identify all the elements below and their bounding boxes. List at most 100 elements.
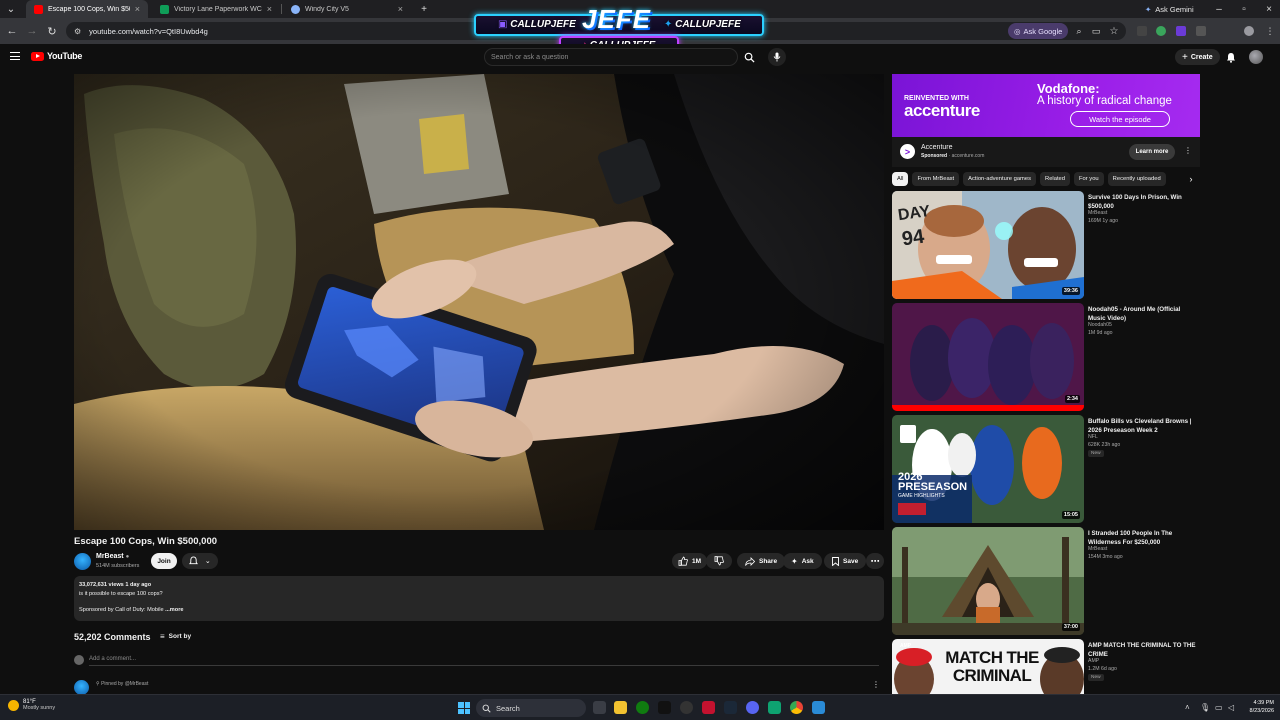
sort-comments-button[interactable]: ≡ Sort by — [160, 632, 191, 641]
video-title[interactable]: Noodah05 - Around Me (Official Music Vid… — [1088, 306, 1198, 323]
like-button[interactable]: 1M — [672, 553, 708, 569]
extension-icon[interactable] — [1137, 26, 1147, 36]
channel-name[interactable]: Noodah05 — [1088, 322, 1112, 328]
account-avatar[interactable] — [1249, 50, 1263, 64]
channel-name[interactable]: NFL — [1088, 434, 1098, 440]
chip-from-mrbeast[interactable]: From MrBeast — [912, 172, 960, 186]
channel-name[interactable]: MrBeast — [1088, 546, 1107, 552]
network-icon[interactable]: ▭ — [1215, 703, 1223, 712]
app-icon[interactable] — [812, 701, 825, 714]
recommendation-item[interactable]: AMP MATCH THE CRIMINAL AMP MATCH THE CRI… — [892, 639, 1200, 694]
steam-icon[interactable] — [724, 701, 737, 714]
comment-menu-icon[interactable]: ⋮ — [872, 680, 880, 689]
recommendation-item[interactable]: DAY 94 39:36 Survive 100 Days In Prison,… — [892, 191, 1200, 299]
app-icon[interactable] — [680, 701, 693, 714]
show-more-link[interactable]: ...more — [165, 607, 183, 613]
discord-icon[interactable] — [746, 701, 759, 714]
channel-name[interactable]: AMP — [1088, 658, 1099, 664]
microphone-icon[interactable]: 🎙 — [1200, 703, 1210, 712]
grammarly-extension-icon[interactable] — [1156, 26, 1166, 36]
video-thumbnail[interactable]: AMP MATCH THE CRIMINAL — [892, 639, 1084, 694]
reload-icon[interactable]: ↻ — [44, 23, 60, 39]
tab-close-icon[interactable]: × — [398, 4, 403, 14]
add-comment-input[interactable]: Add a comment... — [89, 656, 879, 666]
accenture-logo-icon[interactable]: > — [900, 144, 915, 159]
windows-start-icon[interactable] — [458, 702, 470, 714]
xbox-icon[interactable] — [636, 701, 649, 714]
save-button[interactable]: Save — [824, 553, 867, 569]
recommendation-item[interactable]: 2:34 Noodah05 - Around Me (Official Musi… — [892, 303, 1200, 411]
notifications-button[interactable] — [1224, 50, 1238, 64]
more-actions-button[interactable]: ⋯ — [866, 553, 884, 569]
youtube-logo[interactable]: YouTube — [31, 51, 82, 61]
tab-close-icon[interactable]: × — [267, 4, 272, 14]
ask-gemini-button[interactable]: ✦ Ask Gemini — [1138, 2, 1201, 16]
ask-button[interactable]: ✦ Ask — [783, 553, 822, 569]
chip-all[interactable]: All — [892, 172, 909, 186]
tab-windy-city[interactable]: Windy City V5 × — [283, 0, 411, 18]
search-input[interactable]: Search or ask a question — [484, 48, 738, 66]
forward-icon[interactable]: → — [24, 23, 40, 39]
back-icon[interactable]: ← — [4, 23, 20, 39]
site-info-icon[interactable]: ⚙ — [74, 27, 81, 36]
close-window-icon[interactable]: × — [1256, 0, 1280, 18]
app-icon[interactable] — [658, 701, 671, 714]
chip-recently-uploaded[interactable]: Recently uploaded — [1107, 172, 1166, 186]
task-view-icon[interactable] — [593, 701, 606, 714]
chrome-icon[interactable] — [790, 701, 803, 714]
tab-youtube[interactable]: Escape 100 Cops, Win $500,0 × — [26, 0, 148, 18]
app-icon[interactable] — [702, 701, 715, 714]
video-thumbnail[interactable]: 2026 PRESEASON GAME HIGHLIGHTS 15:05 — [892, 415, 1084, 523]
chevron-up-icon[interactable]: ˄ — [1185, 703, 1190, 712]
recommendation-item[interactable]: 2026 PRESEASON GAME HIGHLIGHTS 15:05 Buf… — [892, 415, 1200, 523]
video-title[interactable]: Buffalo Bills vs Cleveland Browns | 2026… — [1088, 418, 1198, 435]
hamburger-menu-icon[interactable] — [10, 52, 20, 60]
join-button[interactable]: Join — [151, 553, 177, 569]
weather-widget[interactable]: 81°F Mostly sunny — [8, 699, 55, 711]
cast-icon[interactable]: ▭ — [1088, 23, 1104, 39]
video-title[interactable]: I Stranded 100 People In The Wilderness … — [1088, 530, 1198, 547]
channel-name-link[interactable]: MrBeast ● — [96, 553, 129, 560]
video-title[interactable]: AMP MATCH THE CRIMINAL TO THE CRIME — [1088, 642, 1198, 659]
video-player[interactable] — [74, 74, 884, 530]
ad-banner[interactable]: REINVENTED WITH accenture Vodafone: A hi… — [892, 74, 1200, 137]
subscribed-bell-button[interactable]: ⌄ — [182, 553, 218, 569]
watch-episode-button[interactable]: Watch the episode — [1070, 111, 1170, 127]
video-thumbnail[interactable]: 37:00 — [892, 527, 1084, 635]
channel-name[interactable]: MrBeast — [1088, 210, 1107, 216]
file-explorer-icon[interactable] — [614, 701, 627, 714]
puzzle-extensions-icon[interactable] — [1196, 26, 1206, 36]
ask-google-button[interactable]: ◎ Ask Google — [1008, 23, 1069, 39]
channel-avatar[interactable] — [74, 553, 91, 570]
minimize-icon[interactable]: – — [1206, 0, 1232, 18]
tab-victory-lane[interactable]: Victory Lane Paperwork WCRP × — [152, 0, 280, 18]
zoom-icon[interactable]: ⌕ — [1071, 23, 1087, 39]
commenter-avatar[interactable] — [74, 680, 89, 695]
volume-icon[interactable]: ◁ — [1228, 703, 1234, 712]
search-button[interactable] — [740, 48, 758, 66]
tab-search-icon[interactable]: ⌄ — [0, 0, 22, 18]
create-button[interactable]: + Create — [1175, 49, 1220, 65]
bookmark-star-icon[interactable]: ☆ — [1106, 23, 1122, 39]
chip-for-you[interactable]: For you — [1074, 172, 1104, 186]
description-box[interactable]: 33,072,631 views 1 day ago is it possibl… — [74, 576, 884, 621]
ad-menu-icon[interactable]: ⋮ — [1184, 146, 1192, 155]
taskbar-search[interactable]: Search — [476, 699, 586, 717]
share-button[interactable]: Share — [737, 553, 786, 569]
app-icon[interactable] — [768, 701, 781, 714]
video-thumbnail[interactable]: 2:34 — [892, 303, 1084, 411]
maximize-icon[interactable]: ▫ — [1231, 0, 1257, 18]
video-thumbnail[interactable]: DAY 94 39:36 — [892, 191, 1084, 299]
voice-search-button[interactable] — [768, 48, 786, 66]
recommendation-item[interactable]: 37:00 I Stranded 100 People In The Wilde… — [892, 527, 1200, 635]
dislike-button[interactable] — [706, 553, 732, 569]
profile-avatar-icon[interactable] — [1244, 26, 1254, 36]
browser-menu-icon[interactable]: ⋮ — [1262, 23, 1278, 39]
extension-icon[interactable] — [1176, 26, 1186, 36]
new-tab-icon[interactable]: + — [411, 0, 437, 18]
video-title[interactable]: Survive 100 Days In Prison, Win $500,000 — [1088, 194, 1198, 211]
taskbar-clock[interactable]: 4:39 PM 8/23/2026 — [1240, 699, 1274, 715]
tab-close-icon[interactable]: × — [135, 4, 140, 14]
chip-related[interactable]: Related — [1040, 172, 1070, 186]
learn-more-button[interactable]: Learn more — [1129, 144, 1175, 160]
